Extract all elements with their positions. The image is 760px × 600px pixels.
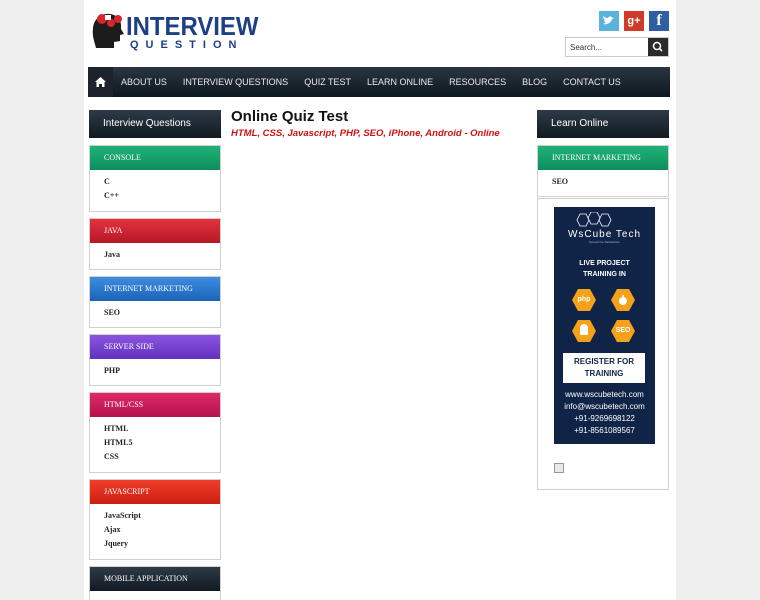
category-title[interactable]: MOBILE APPLICATION [90,567,220,591]
category-java: JAVA Java [89,218,221,270]
search-icon [652,41,663,52]
apple-icon [611,289,635,311]
ad-tagline: Spread the Satisfaction [588,240,621,244]
category-server-side: SERVER SIDE PHP [89,334,221,386]
nav-contact-us[interactable]: CONTACT US [555,67,629,97]
page-subtitle: HTML, CSS, Javascript, PHP, SEO, iPhone,… [231,128,500,139]
facebook-icon[interactable]: f [649,11,669,31]
register-training-button[interactable]: REGISTER FOR TRAINING [563,353,645,383]
ad-headline: LIVE PROJECT TRAINING IN [579,260,630,278]
list-item-html5[interactable]: HTML5 [104,436,220,450]
list-item-jquery[interactable]: Jquery [104,537,220,551]
list-item-javascript[interactable]: JavaScript [104,509,220,523]
main-nav: ABOUT US INTERVIEW QUESTIONS QUIZ TEST L… [88,67,670,97]
category-title[interactable]: INTERNET MARKETING [538,146,668,170]
category-console: CONSOLE C C++ [89,145,221,212]
left-sidebar-title: Interview Questions [89,110,221,138]
nav-quiz-test[interactable]: QUIZ TEST [296,67,359,97]
page: INTERVIEW QUESTION g+ f ABOUT US INTERVI… [84,0,676,600]
home-icon [95,77,106,87]
search-input[interactable] [566,38,648,56]
android-icon [572,320,596,342]
ad-container: WsCube Tech Spread the Satisfaction LIVE… [537,198,669,490]
list-item-seo[interactable]: SEO [104,306,220,320]
logo-title: INTERVIEW [126,11,259,41]
category-javascript: JAVASCRIPT JavaScript Ajax Jquery [89,479,221,560]
seo-badge: SEO [611,320,635,342]
page-title: Online Quiz Test [231,108,349,125]
google-plus-icon[interactable]: g+ [624,11,644,31]
hexagon-logo-icon [576,212,612,227]
nav-interview-questions[interactable]: INTERVIEW QUESTIONS [175,67,296,97]
list-item-ajax[interactable]: Ajax [104,523,220,537]
twitter-icon[interactable] [599,11,619,31]
category-title[interactable]: CONSOLE [90,146,220,170]
category-title[interactable]: JAVASCRIPT [90,480,220,504]
search-button[interactable] [648,38,668,56]
category-internet-marketing: INTERNET MARKETING SEO [89,276,221,328]
nav-resources[interactable]: RESOURCES [441,67,514,97]
nav-home[interactable] [88,67,113,97]
list-item-css[interactable]: CSS [104,450,220,464]
logo-head-icon [92,13,124,48]
broken-image-icon[interactable] [554,463,564,473]
list-item-seo[interactable]: SEO [552,175,668,189]
wscube-ad-banner[interactable]: WsCube Tech Spread the Satisfaction LIVE… [554,207,655,444]
category-title[interactable]: SERVER SIDE [90,335,220,359]
category-html-css: HTML/CSS HTML HTML5 CSS [89,392,221,473]
ad-phone-2: +91-8561089567 [574,426,635,435]
logo-subtitle: QUESTION [130,39,244,51]
nav-blog[interactable]: BLOG [514,67,555,97]
category-title[interactable]: INTERNET MARKETING [90,277,220,301]
category-title[interactable]: JAVA [90,219,220,243]
search-box [565,37,669,57]
list-item-php[interactable]: PHP [104,364,220,378]
nav-about-us[interactable]: ABOUT US [113,67,175,97]
site-logo[interactable]: INTERVIEW QUESTION [88,10,258,54]
list-item-cpp[interactable]: C++ [104,189,220,203]
ad-phone-1: +91-9269698122 [574,414,635,423]
ad-website: www.wscubetech.com [565,390,644,399]
right-sidebar-title: Learn Online [537,110,669,138]
nav-learn-online[interactable]: LEARN ONLINE [359,67,441,97]
ad-contact: www.wscubetech.com info@wscubetech.com +… [554,389,655,437]
php-badge: php [572,289,596,311]
category-mobile-application: MOBILE APPLICATION [89,566,221,600]
right-category-internet-marketing: INTERNET MARKETING SEO [537,145,669,197]
list-item-c[interactable]: C [104,175,220,189]
list-item-java[interactable]: Java [104,248,220,262]
list-item-html[interactable]: HTML [104,422,220,436]
ad-email: info@wscubetech.com [564,402,645,411]
category-title[interactable]: HTML/CSS [90,393,220,417]
